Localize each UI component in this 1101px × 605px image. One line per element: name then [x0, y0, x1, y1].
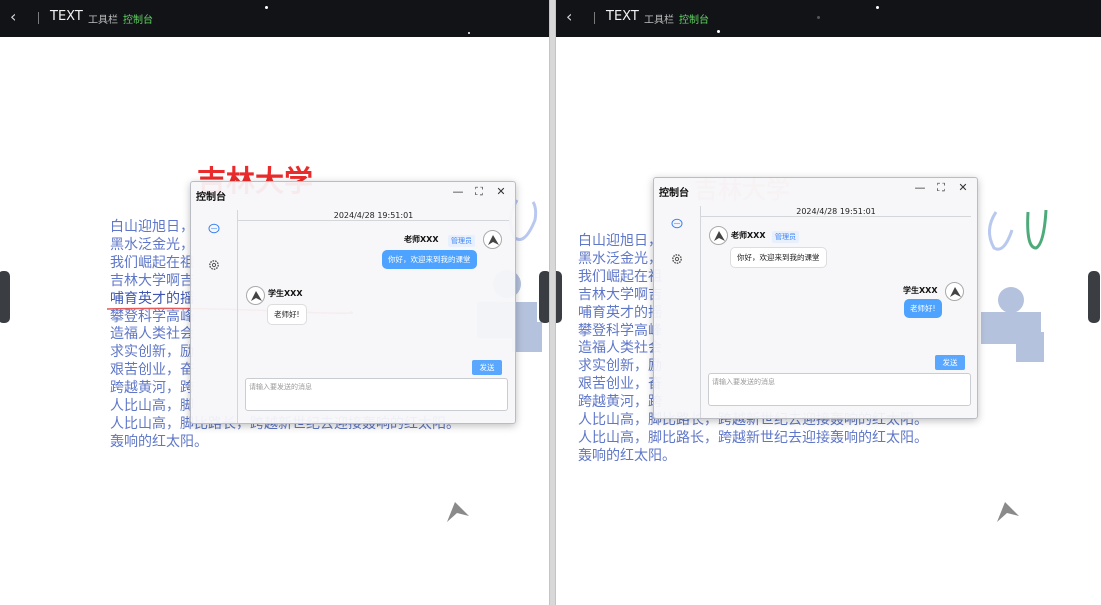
toolbar-menu[interactable]: 工具栏 — [644, 11, 674, 26]
admin-badge: 管理员 — [448, 235, 475, 247]
triangle-logo-icon — [997, 502, 1019, 522]
right-side-tab[interactable] — [539, 271, 549, 323]
app-title: TEXT — [50, 9, 83, 24]
left-pane: ‹ TEXT 工具栏 控制台 吉林大学 白山迎旭日， 黑水泛金光， 我们崛起在祖… — [0, 0, 549, 605]
student-name: 学生XXX — [903, 286, 938, 295]
rocket-avatar-icon — [709, 226, 728, 245]
maximize-icon[interactable]: ⛶ — [934, 181, 948, 195]
left-side-tab[interactable] — [0, 271, 10, 323]
poem-line: 轰响的红太阳。 — [110, 433, 208, 450]
admin-badge: 管理员 — [772, 231, 799, 243]
teacher-message-bubble: 你好，欢迎来到我的课堂 — [382, 250, 477, 269]
app-title: TEXT — [606, 9, 639, 24]
person-silhouette — [981, 287, 1044, 362]
rocket-avatar-icon — [483, 230, 502, 249]
decor-dot — [717, 30, 720, 33]
dialog-sidebar — [654, 206, 701, 418]
console-menu[interactable]: 控制台 — [123, 11, 153, 26]
message-input[interactable]: 请输入要发送的消息 — [245, 378, 508, 411]
chat-bubble-icon[interactable] — [208, 223, 220, 235]
right-side-tab[interactable] — [1088, 271, 1100, 323]
split-divider[interactable] — [549, 0, 556, 605]
dialog-title: 控制台 — [659, 188, 689, 199]
send-button[interactable]: 发送 — [472, 360, 502, 375]
dialog-header-divider — [701, 216, 971, 217]
separator — [38, 12, 39, 24]
decor-dot — [265, 6, 268, 9]
back-chevron-icon[interactable]: ‹ — [566, 6, 572, 28]
message-input[interactable]: 请输入要发送的消息 — [708, 373, 971, 406]
student-message-bubble: 老师好! — [267, 304, 307, 325]
student-message-bubble: 老师好! — [904, 299, 942, 318]
message-datetime: 2024/4/28 19:51:01 — [333, 211, 414, 220]
left-side-tab[interactable] — [556, 271, 562, 323]
send-button[interactable]: 发送 — [935, 355, 965, 370]
close-icon[interactable]: ✕ — [494, 185, 508, 198]
rocket-avatar-icon — [945, 282, 964, 301]
top-bar: ‹ TEXT 工具栏 控制台 — [0, 0, 549, 37]
minimize-icon[interactable]: — — [451, 185, 465, 198]
dialog-title: 控制台 — [196, 192, 226, 203]
console-dialog: 控制台 — ⛶ ✕ 2024/4/28 19:51:01 管理员 老师XXX 你… — [190, 181, 516, 424]
right-pane: ‹ TEXT 工具栏 控制台 吉林大学 白山迎旭日， 黑水泛金光， 我们崛起在祖… — [556, 0, 1101, 605]
decor-dot — [468, 32, 470, 34]
poem-line: 轰响的红太阳。 — [578, 447, 676, 464]
dialog-sidebar — [191, 210, 238, 423]
back-chevron-icon[interactable]: ‹ — [10, 6, 16, 28]
handwriting-strokes — [988, 209, 1048, 251]
rocket-avatar-icon — [246, 286, 265, 305]
teacher-name: 老师XXX — [404, 235, 439, 244]
close-icon[interactable]: ✕ — [956, 181, 970, 194]
separator — [594, 12, 595, 24]
top-bar: ‹ TEXT 工具栏 控制台 — [556, 0, 1101, 37]
gear-icon[interactable] — [208, 259, 220, 271]
chat-bubble-icon[interactable] — [671, 218, 683, 230]
decor-dot — [817, 16, 820, 19]
triangle-logo-icon — [447, 502, 469, 522]
minimize-icon[interactable]: — — [913, 181, 927, 194]
message-datetime: 2024/4/28 19:51:01 — [796, 207, 876, 216]
console-menu[interactable]: 控制台 — [679, 11, 709, 26]
teacher-message-bubble: 你好，欢迎来到我的课堂 — [730, 247, 827, 268]
poem-line: 人比山高，脚比路长，跨越新世纪去迎接轰响的红太阳。 — [578, 429, 928, 446]
teacher-name: 老师XXX — [731, 231, 766, 240]
gear-icon[interactable] — [671, 253, 683, 265]
toolbar-menu[interactable]: 工具栏 — [88, 11, 118, 26]
dialog-header-divider — [238, 220, 509, 221]
console-dialog: 控制台 — ⛶ ✕ 2024/4/28 19:51:01 老师XXX 管理员 你… — [653, 177, 978, 419]
student-name: 学生XXX — [268, 289, 303, 298]
decor-dot — [876, 6, 879, 9]
maximize-icon[interactable]: ⛶ — [472, 185, 486, 199]
